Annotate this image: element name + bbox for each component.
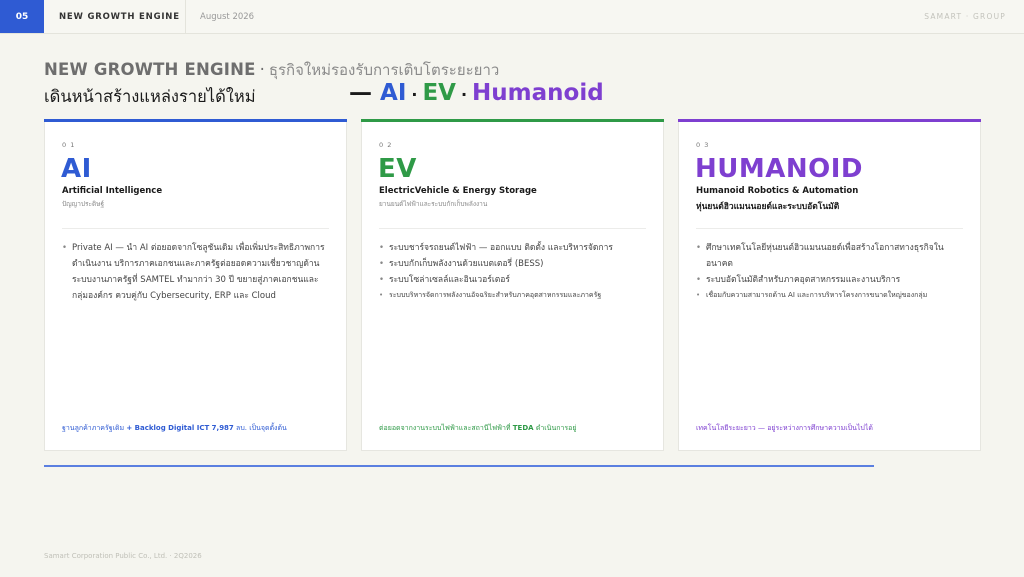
card-footer: ฐานลูกค้าภาครัฐเดิม + Backlog Digital IC… — [62, 423, 287, 434]
card-subtitle-thai: หุ่นยนต์ฮิวแมนนอยด์และระบบอัตโนมัติ — [696, 202, 840, 212]
card-title: AI — [61, 154, 92, 184]
headline-tagline: — AI · EV · Humanoid — [349, 80, 604, 106]
card-humanoid: 0 3 HUMANOID Humanoid Robotics & Automat… — [678, 119, 981, 451]
card-divider — [696, 228, 963, 229]
card-bullet-list: ระบบชาร์จรถยนต์ไฟฟ้า — ออกแบบ ติดตั้ง แล… — [379, 240, 649, 303]
copyright-footer: Samart Corporation Public Co., Ltd. · 2Q… — [44, 552, 202, 560]
card-accent-bar — [678, 119, 981, 122]
card-subtitle-thai: ปัญญาประดิษฐ์ — [62, 200, 105, 208]
card-footer: ต่อยอดจากงานระบบไฟฟ้าและสถานีไฟฟ้าที่ TE… — [379, 423, 577, 434]
footer-text: ดำเนินการอยู่ — [535, 424, 577, 432]
card-subtitle: Humanoid Robotics & Automation — [696, 186, 859, 196]
list-item: ระบบชาร์จรถยนต์ไฟฟ้า — ออกแบบ ติดตั้ง แล… — [379, 240, 649, 256]
card-subtitle-thai: ยานยนต์ไฟฟ้าและระบบกักเก็บพลังงาน — [379, 200, 488, 208]
tagline-ev: EV — [422, 80, 456, 106]
card-accent-bar — [44, 119, 347, 122]
top-bar: 05 NEW GROWTH ENGINE August 2026 SAMART … — [0, 0, 1024, 34]
card-title: HUMANOID — [695, 154, 863, 184]
card-number: 0 1 — [62, 141, 76, 149]
headline-thai: ธุรกิจใหม่รองรับการเติบโตระยะยาว — [268, 61, 500, 79]
list-item: ระบบอัตโนมัติสำหรับภาคอุตสาหกรรมและงานบร… — [696, 272, 966, 288]
list-item: ระบบกักเก็บพลังงานด้วยแบตเตอรี่ (BESS) — [379, 256, 649, 272]
card-bullet-list: ศึกษาเทคโนโลยีหุ่นยนต์ฮิวแมนนอยด์เพื่อสร… — [696, 240, 966, 303]
card-divider — [379, 228, 646, 229]
bottom-divider — [44, 465, 874, 467]
card-divider — [62, 228, 329, 229]
footer-highlight: TEDA — [512, 424, 534, 432]
slide-number: 05 — [0, 0, 44, 33]
footer-text: เทคโนโลยีระยะยาว — — [696, 424, 765, 432]
brand-label: SAMART · GROUP — [924, 12, 1006, 21]
headline-title: NEW GROWTH ENGINE — [44, 60, 256, 79]
card-ev: 0 2 EV ElectricVehicle & Energy Storage … — [361, 119, 664, 451]
tagline-separator: · — [411, 85, 418, 104]
headline-subline: เดินหน้าสร้างแหล่งรายได้ใหม่ — [44, 87, 256, 106]
card-number: 0 3 — [696, 141, 710, 149]
list-item: Private AI — นำ AI ต่อยอดจากโซลูชันเดิม … — [62, 240, 332, 305]
card-ai: 0 1 AI Artificial Intelligence ปัญญาประด… — [44, 119, 347, 451]
footer-highlight: + Backlog Digital ICT 7,987 — [126, 424, 234, 432]
card-bullet-list: Private AI — นำ AI ต่อยอดจากโซลูชันเดิม … — [62, 240, 332, 305]
date-label: August 2026 — [200, 11, 255, 22]
tagline-separator: · — [460, 85, 468, 104]
card-number: 0 2 — [379, 141, 393, 149]
card-accent-bar — [361, 119, 664, 122]
list-item: ศึกษาเทคโนโลยีหุ่นยนต์ฮิวแมนนอยด์เพื่อสร… — [696, 240, 966, 272]
list-item: เชื่อมกับความสามารถด้าน AI และการบริหารโ… — [696, 288, 966, 303]
tagline-dash: — — [349, 80, 372, 106]
footer-text: อยู่ระหว่างการศึกษาความเป็นไปได้ — [767, 424, 873, 432]
tagline-ai: AI — [380, 80, 407, 106]
section-title: NEW GROWTH ENGINE — [44, 0, 186, 33]
list-item: ระบบบริหารจัดการพลังงานอัจฉริยะสำหรับภาค… — [379, 288, 649, 303]
footer-text: ต่อยอดจากงานระบบไฟฟ้าและสถานีไฟฟ้าที่ — [379, 424, 511, 432]
list-item: ระบบโซล่าเซลล์และอินเวอร์เตอร์ — [379, 272, 649, 288]
card-subtitle: ElectricVehicle & Energy Storage — [379, 186, 537, 196]
card-footer: เทคโนโลยีระยะยาว — อยู่ระหว่างการศึกษาคว… — [696, 423, 873, 434]
headline: NEW GROWTH ENGINE · ธุรกิจใหม่รองรับการเติ… — [44, 58, 499, 82]
card-subtitle: Artificial Intelligence — [62, 186, 163, 196]
footer-text: ฐานลูกค้าภาครัฐเดิม — [62, 424, 125, 432]
card-title: EV — [378, 154, 417, 184]
footer-text: ลบ. เป็นจุดตั้งต้น — [236, 424, 287, 432]
tagline-humanoid: Humanoid — [472, 80, 604, 106]
headline-separator: · — [259, 60, 265, 79]
